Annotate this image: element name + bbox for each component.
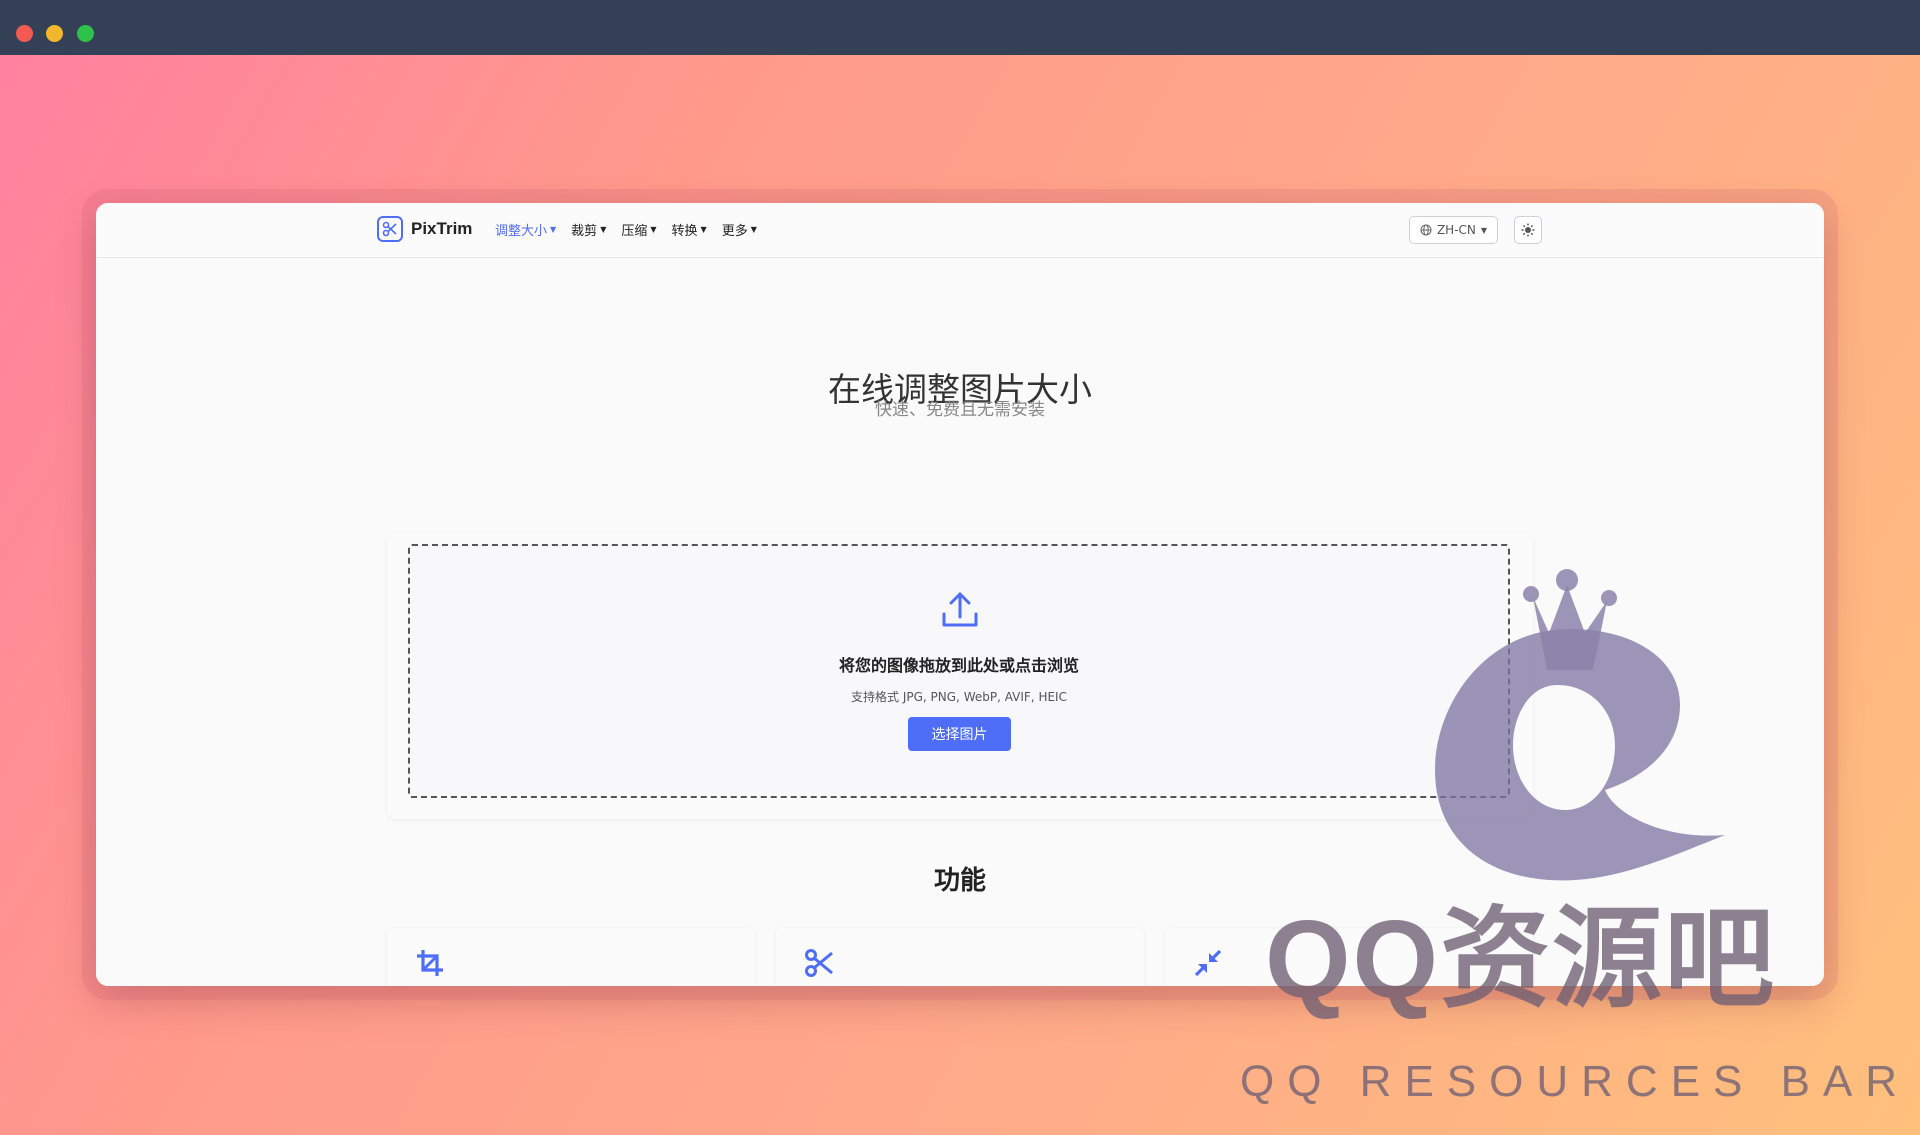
watermark-title: QQ资源吧 — [1265, 898, 1777, 1021]
menu-convert[interactable]: 转换 ▼ — [672, 220, 707, 239]
choose-image-button[interactable]: 选择图片 — [908, 717, 1011, 751]
caret-down-icon: ▼ — [700, 225, 707, 234]
language-select[interactable]: ZH-CN ▼ — [1409, 216, 1498, 244]
window-titlebar — [0, 0, 1920, 55]
caret-down-icon: ▼ — [600, 225, 607, 234]
maximize-window-button[interactable] — [77, 25, 94, 42]
upload-card: 将您的图像拖放到此处或点击浏览 支持格式 JPG, PNG, WebP, AVI… — [387, 533, 1533, 819]
close-window-button[interactable] — [16, 25, 33, 42]
menu-resize[interactable]: 调整大小 ▼ — [495, 220, 556, 239]
menu-label: 裁剪 — [571, 224, 598, 239]
upload-icon — [942, 592, 978, 627]
supported-formats: 支持格式 JPG, PNG, WebP, AVIF, HEIC — [851, 690, 1067, 704]
feature-card-cut[interactable] — [776, 928, 1144, 986]
image-dropzone[interactable]: 将您的图像拖放到此处或点击浏览 支持格式 JPG, PNG, WebP, AVI… — [408, 544, 1510, 798]
globe-icon — [1420, 224, 1432, 236]
watermark-subtitle: QQ RESOURCES BAR — [1240, 1057, 1911, 1106]
menu-compress[interactable]: 压缩 ▼ — [621, 220, 656, 239]
theme-toggle-button[interactable] — [1514, 216, 1542, 244]
logo[interactable]: PixTrim — [377, 216, 472, 242]
caret-down-icon: ▼ — [550, 225, 557, 234]
crown-q-watermark-logo — [1435, 569, 1725, 881]
caret-down-icon: ▼ — [1480, 225, 1488, 235]
sun-icon — [1521, 223, 1535, 237]
logo-scissors-icon — [377, 216, 403, 242]
feature-card-crop[interactable] — [387, 928, 755, 986]
menu-crop[interactable]: 裁剪 ▼ — [571, 220, 606, 239]
menu-more[interactable]: 更多 ▼ — [722, 220, 757, 239]
compress-icon — [1194, 949, 1222, 977]
minimize-window-button[interactable] — [46, 25, 63, 42]
scissors-icon — [805, 949, 833, 977]
app-name: PixTrim — [411, 219, 473, 238]
dropzone-title: 将您的图像拖放到此处或点击浏览 — [838, 656, 1079, 675]
caret-down-icon: ▼ — [750, 225, 757, 234]
page-subtitle: 快速、免费且无需安装 — [875, 400, 1045, 420]
navbar: PixTrim 调整大小 ▼ 裁剪 ▼ 压缩 ▼ 转换 ▼ 更多 ▼ ZH-CN… — [96, 203, 1824, 258]
menu-label: 调整大小 — [495, 224, 548, 239]
menu-label: 更多 — [721, 224, 748, 239]
main-menu: 调整大小 ▼ 裁剪 ▼ 压缩 ▼ 转换 ▼ 更多 ▼ — [495, 220, 757, 239]
menu-label: 压缩 — [621, 224, 648, 239]
menu-label: 转换 — [671, 224, 698, 239]
caret-down-icon: ▼ — [650, 225, 657, 234]
language-label: ZH-CN — [1436, 223, 1476, 237]
crop-icon — [417, 950, 443, 976]
